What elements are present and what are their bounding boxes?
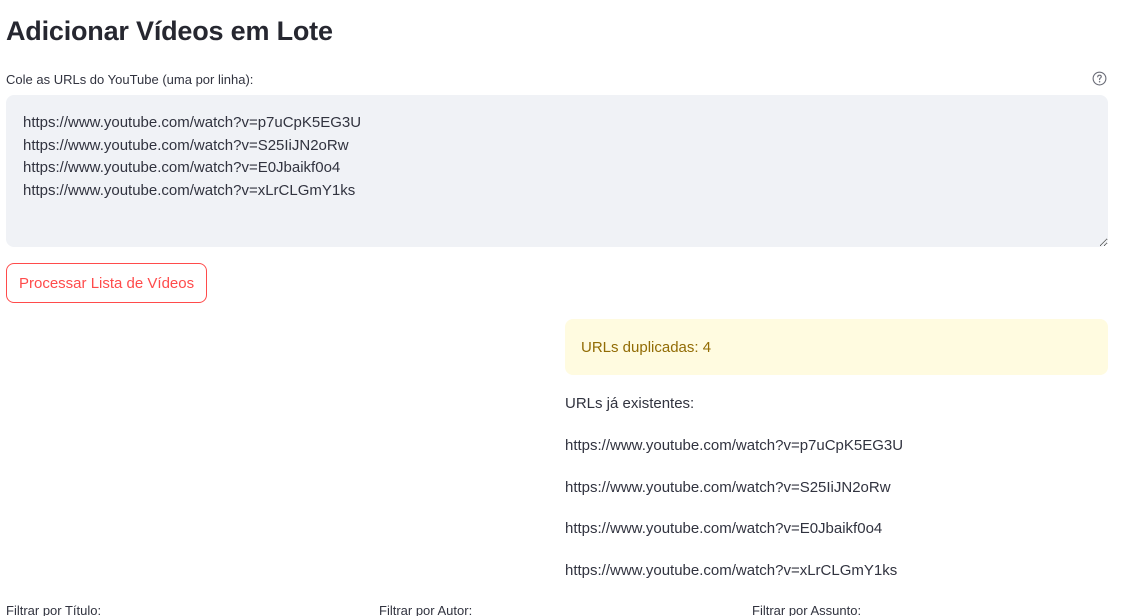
page: Adicionar Vídeos em Lote Cole as URLs do… — [0, 0, 1139, 616]
existing-urls-heading: URLs já existentes: — [565, 395, 695, 412]
filter-title-label: Filtrar por Título: — [6, 603, 102, 616]
url-input-label: Cole as URLs do YouTube (uma por linha): — [6, 72, 254, 87]
existing-url-item: https://www.youtube.com/watch?v=xLrCLGmY… — [565, 562, 898, 580]
process-videos-button[interactable]: Processar Lista de Vídeos — [6, 263, 208, 303]
filter-author-label: Filtrar por Autor: — [379, 603, 473, 616]
duplicate-warning-alert: URLs duplicadas: 4 — [565, 319, 1108, 375]
duplicate-warning-text: URLs duplicadas: 4 — [581, 338, 712, 356]
existing-url-item: https://www.youtube.com/watch?v=E0Jbaikf… — [565, 520, 883, 538]
existing-url-item: https://www.youtube.com/watch?v=S25IiJN2… — [565, 478, 891, 496]
url-textarea[interactable] — [6, 95, 1108, 247]
existing-url-item: https://www.youtube.com/watch?v=p7uCpK5E… — [565, 437, 904, 454]
existing-urls-list: https://www.youtube.com/watch?v=p7uCpK5E… — [565, 437, 903, 604]
filter-subject-label: Filtrar por Assunto: — [752, 603, 862, 616]
question-circle-icon[interactable] — [1092, 71, 1107, 86]
page-title: Adicionar Vídeos em Lote — [6, 16, 333, 46]
